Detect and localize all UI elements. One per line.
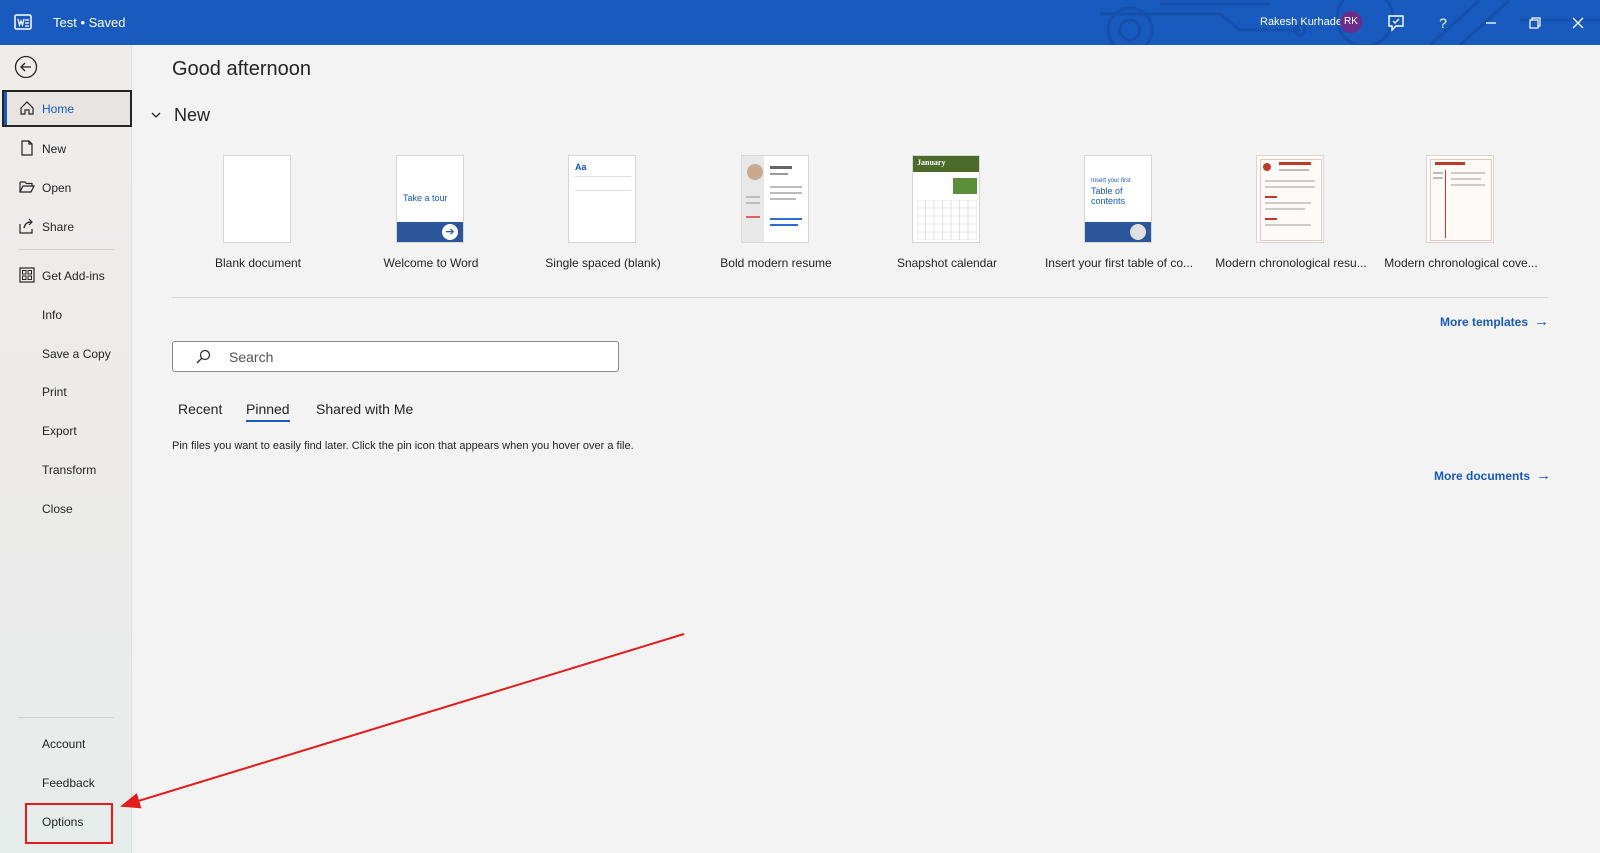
feedback-icon[interactable] [1385, 12, 1407, 34]
arrow-right-icon: ➔ [442, 224, 458, 240]
sidebar-item-new[interactable]: New [2, 130, 132, 167]
template-name: Bold modern resume [720, 256, 832, 270]
page-title: Good afternoon [172, 58, 311, 80]
document-title[interactable]: Test • Saved [53, 15, 125, 30]
search-icon [196, 349, 211, 364]
sidebar-item-get-add-ins[interactable]: Get Add-ins [2, 257, 132, 294]
sidebar-item-label: Share [42, 220, 75, 234]
chevron-down-icon [151, 112, 161, 119]
new-section-header[interactable]: New [150, 104, 210, 126]
sidebar-item-transform[interactable]: Transform [2, 451, 132, 488]
template-thumbnail [223, 155, 291, 243]
template-thumbnail [1426, 155, 1494, 243]
more-templates-label: More templates [1440, 315, 1529, 329]
thumb-text: Table of [1091, 186, 1123, 196]
annotation-arrow [120, 633, 685, 809]
sidebar-item-label: New [42, 142, 67, 156]
close-icon[interactable] [1567, 12, 1589, 34]
help-icon[interactable]: ? [1432, 12, 1454, 34]
template-thumbnail [741, 155, 809, 243]
template-name: Welcome to Word [383, 256, 479, 270]
template-modern-chronological-cover-letter[interactable]: Modern chronological cove... [1381, 155, 1541, 275]
template-thumbnail: January [912, 155, 980, 243]
template-name: Snapshot calendar [896, 256, 998, 270]
sidebar-item-open[interactable]: Open [2, 169, 132, 206]
more-documents-link[interactable]: More documents → [1434, 467, 1551, 484]
template-snapshot-calendar[interactable]: January Snapshot calendar [867, 155, 1027, 275]
thumb-text: Aa [575, 162, 587, 172]
sidebar-item-print[interactable]: Print [2, 373, 132, 410]
template-blank-document[interactable]: Blank document [178, 155, 338, 275]
template-thumbnail: Take a tour ➔ [396, 155, 464, 243]
template-name: Modern chronological cove... [1384, 256, 1538, 270]
new-document-icon [21, 140, 33, 156]
word-app-icon [14, 14, 32, 30]
template-thumbnail [1256, 155, 1324, 243]
restore-icon[interactable] [1524, 12, 1546, 34]
template-name: Modern chronological resu... [1215, 256, 1367, 270]
sidebar-item-label: Save a Copy [42, 347, 111, 361]
sidebar-item-label: Print [42, 385, 67, 399]
share-icon [19, 218, 33, 234]
sidebar-item-account[interactable]: Account [2, 725, 132, 762]
sidebar-item-label: Info [42, 308, 63, 322]
avatar[interactable]: RK [1340, 11, 1362, 33]
search-input[interactable] [229, 347, 609, 367]
more-documents-label: More documents [1434, 469, 1531, 483]
arrow-right-icon: → [1536, 467, 1552, 484]
thumb-text: contents [1091, 196, 1126, 206]
thumb-text: Take a tour [403, 193, 448, 203]
template-table-of-contents[interactable]: Insert your first Table of contents Inse… [1039, 155, 1199, 275]
sidebar-item-label: Account [42, 737, 86, 751]
sidebar-item-info[interactable]: Info [2, 296, 132, 333]
minimize-icon[interactable] [1480, 12, 1502, 34]
annotation-highlight-box [25, 803, 113, 844]
sidebar-item-save-a-copy[interactable]: Save a Copy [2, 335, 132, 372]
template-name: Single spaced (blank) [545, 256, 661, 270]
new-section-title: New [174, 104, 211, 125]
title-bar: Test • Saved Rakesh Kurhade RK ? [0, 0, 1600, 45]
sidebar-item-home[interactable]: Home [2, 90, 132, 127]
section-divider [172, 297, 1548, 298]
sidebar-item-label: Export [42, 424, 77, 438]
template-bold-modern-resume[interactable]: Bold modern resume [696, 155, 856, 275]
arrow-right-icon: → [1534, 313, 1550, 330]
sidebar-item-label: Home [42, 102, 75, 116]
sidebar-item-label: Close [42, 502, 73, 516]
tab-pinned[interactable]: Pinned [246, 401, 290, 422]
sidebar-item-share[interactable]: Share [2, 208, 132, 245]
tab-shared-with-me[interactable]: Shared with Me [316, 401, 413, 417]
sidebar-item-label: Transform [42, 463, 97, 477]
sidebar-item-feedback[interactable]: Feedback [2, 764, 132, 801]
template-thumbnail: Aa [568, 155, 636, 243]
more-templates-link[interactable]: More templates → [1440, 313, 1549, 330]
sidebar-item-close[interactable]: Close [2, 490, 132, 527]
search-box[interactable] [172, 341, 619, 372]
sidebar-item-export[interactable]: Export [2, 412, 132, 449]
sidebar-divider [18, 249, 114, 250]
sidebar-item-label: Get Add-ins [42, 269, 105, 283]
thumb-text: Insert your first [1091, 178, 1131, 184]
add-ins-grid-icon [19, 267, 35, 283]
template-single-spaced[interactable]: Aa Single spaced (blank) [523, 155, 683, 275]
back-arrow-icon[interactable] [14, 55, 38, 79]
user-name[interactable]: Rakesh Kurhade [1260, 16, 1342, 28]
template-modern-chronological-resume[interactable]: Modern chronological resu... [1211, 155, 1371, 275]
sidebar-divider [18, 717, 114, 718]
template-name: Blank document [214, 256, 302, 270]
template-welcome-to-word[interactable]: Take a tour ➔ Welcome to Word [351, 155, 511, 275]
pinned-empty-message: Pin files you want to easily find later.… [172, 440, 634, 452]
template-name: Insert your first table of co... [1044, 256, 1194, 270]
home-icon [20, 101, 34, 115]
thumb-text: January [917, 158, 946, 167]
sidebar-item-label: Open [42, 181, 72, 195]
sidebar-item-label: Feedback [42, 776, 95, 790]
tab-recent[interactable]: Recent [178, 401, 222, 417]
backstage-sidebar: Home New Open Share Get Add-ins Info Sav… [0, 45, 132, 853]
template-thumbnail: Insert your first Table of contents [1084, 155, 1152, 243]
folder-open-icon [19, 181, 35, 193]
